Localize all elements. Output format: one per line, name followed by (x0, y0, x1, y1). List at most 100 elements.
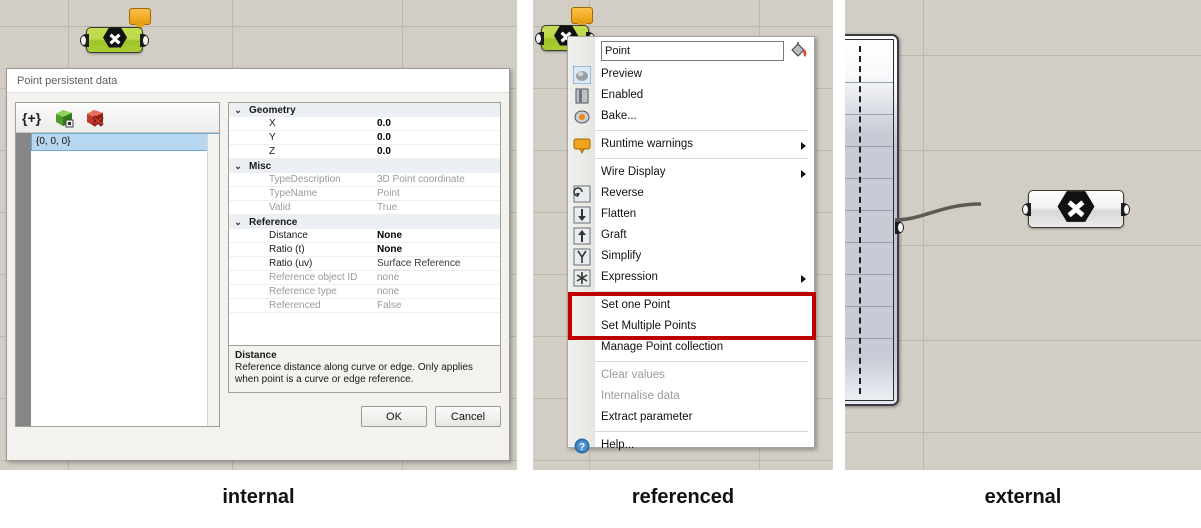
menu-item-extract-parameter[interactable]: Extract parameter (595, 407, 814, 428)
menu-item-label: Graft (601, 229, 627, 241)
component-input-port[interactable] (535, 32, 544, 45)
dialog-buttons: OK Cancel (361, 406, 501, 427)
add-green-box-icon[interactable] (53, 107, 75, 129)
menu-separator (595, 130, 808, 131)
menu-item-graft[interactable]: Graft (595, 225, 814, 246)
menu-item-set-one-point[interactable]: Set one Point (595, 295, 814, 316)
property-row[interactable]: Valid True (229, 201, 500, 215)
property-row[interactable]: TypeDescription 3D Point coordinate (229, 173, 500, 187)
menu-item-enabled[interactable]: Enabled (595, 85, 814, 106)
property-row[interactable]: Reference object ID none (229, 271, 500, 285)
property-name: TypeName (269, 188, 318, 199)
chevron-down-icon[interactable]: ⌄ (229, 105, 247, 116)
canvas-external (845, 0, 1201, 470)
menu-item-label: Clear values (601, 369, 665, 381)
menu-item-simplify[interactable]: Simplify (595, 246, 814, 267)
caption-external: external (984, 486, 1062, 508)
caption-referenced: referenced (631, 486, 735, 508)
menu-item-label: Simplify (601, 250, 642, 262)
menu-item-set-multiple-points[interactable]: Set Multiple Points (595, 316, 814, 337)
gridline (845, 432, 1201, 433)
chevron-down-icon[interactable]: ⌄ (229, 217, 247, 228)
menu-item-label: Help... (601, 439, 635, 451)
cancel-button[interactable]: Cancel (435, 406, 501, 427)
menu-item-wire-display[interactable]: Wire Display (595, 162, 814, 183)
property-value[interactable]: none (377, 286, 500, 297)
property-row[interactable]: Y 0.0 (229, 131, 500, 145)
panel-row-divider (845, 338, 893, 339)
property-category-row[interactable]: ⌄ Geometry (229, 103, 500, 117)
chevron-down-icon[interactable]: ⌄ (229, 161, 247, 172)
menu-item-preview[interactable]: Preview (595, 64, 814, 85)
property-value[interactable]: False (377, 300, 500, 311)
property-row[interactable]: Z 0.0 (229, 145, 500, 159)
point-component[interactable] (80, 27, 149, 54)
list-item-value[interactable]: {0, 0, 0} (31, 133, 219, 151)
component-output-port[interactable] (140, 34, 149, 47)
menu-item-bake[interactable]: Bake... (595, 106, 814, 127)
menu-item-reverse[interactable]: Reverse (595, 183, 814, 204)
property-value[interactable]: None (377, 230, 500, 241)
hexagon-x-icon (102, 27, 128, 54)
property-row[interactable]: Distance None (229, 229, 500, 243)
menu-item-label: Internalise data (601, 390, 680, 402)
property-value[interactable]: Surface Reference (377, 258, 500, 269)
property-value[interactable]: 0.0 (377, 146, 500, 157)
menu-item-internalise-data: Internalise data (595, 386, 814, 407)
component-input-port[interactable] (80, 34, 89, 47)
property-value[interactable]: 3D Point coordinate (377, 174, 500, 185)
submenu-arrow-icon (801, 169, 806, 178)
dialog-body: {+} {0, 0, 0} ⌄ Geometry X 0.0 Y 0.0 Z 0… (7, 94, 509, 460)
grasshopper-data-panel[interactable] (845, 34, 904, 406)
component-name-input[interactable] (601, 40, 784, 61)
property-value[interactable]: Point (377, 188, 500, 199)
list-item[interactable]: 0 {0, 0, 0} (16, 133, 219, 151)
component-output-port[interactable] (1121, 203, 1130, 216)
property-name: Y (269, 132, 276, 143)
property-row[interactable]: Reference type none (229, 285, 500, 299)
delete-red-box-icon[interactable] (84, 107, 106, 129)
menu-separator (595, 291, 808, 292)
property-row[interactable]: Ratio (uv) Surface Reference (229, 257, 500, 271)
property-row[interactable]: Ratio (t) None (229, 243, 500, 257)
menu-item-expression[interactable]: Expression (595, 267, 814, 288)
menu-item-label: Manage Point collection (601, 341, 724, 353)
property-name: Ratio (t) (269, 244, 305, 255)
submenu-arrow-icon (801, 274, 806, 283)
property-category-row[interactable]: ⌄ Reference (229, 215, 500, 229)
property-category-row[interactable]: ⌄ Misc (229, 159, 500, 173)
connection-wire (894, 202, 982, 222)
property-row[interactable]: X 0.0 (229, 117, 500, 131)
list-scrollbar[interactable] (207, 134, 219, 426)
property-value[interactable]: None (377, 244, 500, 255)
menu-item-label: Enabled (601, 89, 644, 101)
help-question-icon: ? (573, 437, 591, 455)
property-name: Valid (269, 202, 291, 213)
property-name: Ratio (uv) (269, 258, 313, 269)
menu-item-runtime-warnings[interactable]: Runtime warnings (595, 134, 814, 155)
persistent-data-list-pane: {+} {0, 0, 0} (15, 102, 220, 427)
property-name: TypeDescription (269, 174, 341, 185)
property-value[interactable]: none (377, 272, 500, 283)
property-value[interactable]: 0.0 (377, 132, 500, 143)
property-row[interactable]: TypeName Point (229, 187, 500, 201)
graft-arrow-up-icon (573, 227, 591, 245)
component-context-menu: ? Preview Enabled Bake... Runtime warnings W… (567, 36, 816, 454)
ok-button[interactable]: OK (361, 406, 427, 427)
menu-item-help[interactable]: Help... (595, 435, 814, 456)
point-component[interactable] (1022, 190, 1130, 228)
menu-item-flatten[interactable]: Flatten (595, 204, 814, 225)
menu-separator (595, 431, 808, 432)
paint-bucket-icon[interactable] (788, 41, 810, 61)
panel-row-divider (845, 82, 893, 83)
component-input-port[interactable] (1022, 203, 1031, 216)
property-name: Distance (269, 230, 308, 241)
menu-item-manage-point-collection[interactable]: Manage Point collection (595, 337, 814, 358)
property-value[interactable]: True (377, 202, 500, 213)
property-value[interactable]: 0.0 (377, 118, 500, 129)
property-name: Geometry (249, 104, 296, 116)
bake-icon (573, 108, 591, 126)
property-row[interactable]: Referenced False (229, 299, 500, 313)
menu-item-clear-values: Clear values (595, 365, 814, 386)
insert-item-icon[interactable]: {+} (22, 107, 44, 129)
